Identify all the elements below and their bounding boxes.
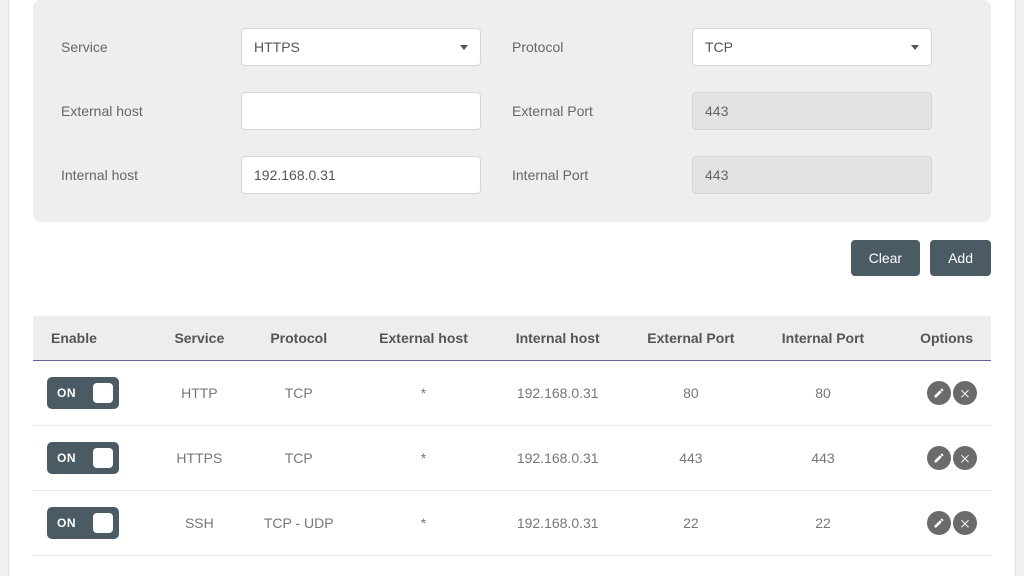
toggle-knob xyxy=(93,513,113,533)
internal-host-input[interactable] xyxy=(241,156,481,194)
cell-internal-port: 22 xyxy=(758,491,887,556)
service-select[interactable]: HTTPS xyxy=(241,28,481,66)
internal-port-label: Internal Port xyxy=(512,167,692,183)
edit-icon[interactable] xyxy=(927,511,951,535)
external-port-field: 443 xyxy=(692,92,932,130)
delete-icon[interactable] xyxy=(953,511,977,535)
table-row: ONHTTPSTCP*192.168.0.31443443 xyxy=(33,426,991,491)
col-internal-port: Internal Port xyxy=(758,316,887,361)
service-select-value: HTTPS xyxy=(254,39,300,55)
toggle-knob xyxy=(93,383,113,403)
chevron-down-icon xyxy=(911,45,919,50)
cell-internal-host: 192.168.0.31 xyxy=(492,491,623,556)
toggle-knob xyxy=(93,448,113,468)
cell-external-host: * xyxy=(355,361,492,426)
port-forward-form: Service HTTPS Protocol TCP External host xyxy=(33,0,991,222)
clear-button[interactable]: Clear xyxy=(851,240,920,276)
add-button[interactable]: Add xyxy=(930,240,991,276)
col-protocol: Protocol xyxy=(243,316,355,361)
cell-service: HTTP xyxy=(156,361,242,426)
internal-host-label: Internal host xyxy=(61,167,241,183)
protocol-select-value: TCP xyxy=(705,39,733,55)
cell-internal-port: 80 xyxy=(758,361,887,426)
col-external-host: External host xyxy=(355,316,492,361)
table-row: ONHTTPTCP*192.168.0.318080 xyxy=(33,361,991,426)
cell-internal-host: 192.168.0.31 xyxy=(492,426,623,491)
cell-external-port: 443 xyxy=(623,426,758,491)
cell-protocol: TCP xyxy=(243,426,355,491)
cell-service: HTTPS xyxy=(156,426,242,491)
cell-external-port: 22 xyxy=(623,491,758,556)
cell-external-port: 80 xyxy=(623,361,758,426)
delete-icon[interactable] xyxy=(953,446,977,470)
col-options: Options xyxy=(888,316,991,361)
external-host-input[interactable] xyxy=(241,92,481,130)
enable-toggle[interactable]: ON xyxy=(47,442,119,474)
protocol-label: Protocol xyxy=(512,39,692,55)
enable-toggle[interactable]: ON xyxy=(47,507,119,539)
col-external-port: External Port xyxy=(623,316,758,361)
table-row: ONSSHTCP - UDP*192.168.0.312222 xyxy=(33,491,991,556)
service-label: Service xyxy=(61,39,241,55)
col-internal-host: Internal host xyxy=(492,316,623,361)
edit-icon[interactable] xyxy=(927,381,951,405)
toggle-on-label: ON xyxy=(57,386,76,400)
toggle-on-label: ON xyxy=(57,516,76,530)
cell-external-host: * xyxy=(355,491,492,556)
enable-toggle[interactable]: ON xyxy=(47,377,119,409)
internal-port-field: 443 xyxy=(692,156,932,194)
col-enable: Enable xyxy=(33,316,156,361)
edit-icon[interactable] xyxy=(927,446,951,470)
external-host-label: External host xyxy=(61,103,241,119)
toggle-on-label: ON xyxy=(57,451,76,465)
external-port-label: External Port xyxy=(512,103,692,119)
col-service: Service xyxy=(156,316,242,361)
cell-internal-host: 192.168.0.31 xyxy=(492,361,623,426)
port-forward-table: Enable Service Protocol External host In… xyxy=(33,316,991,556)
external-port-value: 443 xyxy=(705,103,728,119)
cell-protocol: TCP xyxy=(243,361,355,426)
chevron-down-icon xyxy=(460,45,468,50)
internal-port-value: 443 xyxy=(705,167,728,183)
delete-icon[interactable] xyxy=(953,381,977,405)
protocol-select[interactable]: TCP xyxy=(692,28,932,66)
cell-protocol: TCP - UDP xyxy=(243,491,355,556)
cell-external-host: * xyxy=(355,426,492,491)
cell-internal-port: 443 xyxy=(758,426,887,491)
cell-service: SSH xyxy=(156,491,242,556)
